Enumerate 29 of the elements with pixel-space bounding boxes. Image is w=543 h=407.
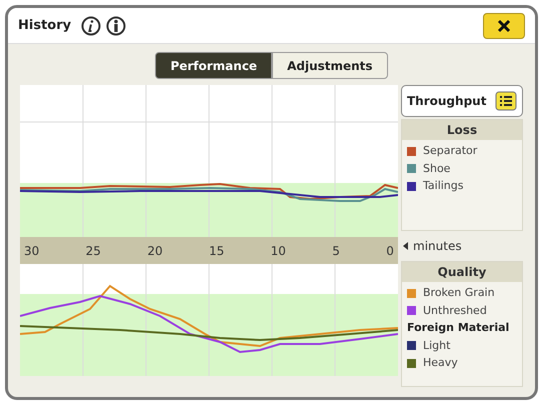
selector-label: Throughput: [407, 93, 486, 110]
close-icon: [497, 18, 511, 32]
list-icon[interactable]: [495, 91, 517, 111]
left-arrow-icon: [403, 242, 408, 250]
metric-selector[interactable]: Throughput: [401, 85, 523, 117]
axis-tick-label: 15: [208, 242, 224, 260]
legend-title: Quality: [402, 262, 522, 282]
legend-label: Heavy: [423, 355, 458, 371]
legend-label: Tailings: [423, 178, 464, 194]
window-title: History: [18, 16, 72, 35]
tab[interactable]: Adjustments: [272, 52, 388, 79]
axis-tick-label: 0: [386, 242, 394, 260]
info-icon[interactable]: [81, 16, 102, 36]
legend-label: Separator: [423, 143, 478, 159]
axis-unit-label: minutes: [413, 238, 462, 255]
legend-label: Shoe: [423, 160, 450, 176]
legend-label: Light: [423, 338, 450, 354]
legend-title: Loss: [402, 120, 522, 140]
tab[interactable]: Performance: [155, 52, 272, 79]
axis-tick-label: 30: [24, 242, 40, 260]
legend-heading: Foreign Material: [407, 320, 510, 336]
person-info-icon[interactable]: [106, 16, 126, 36]
legend-label: Broken Grain: [423, 285, 495, 301]
legend-label: Unthreshed: [423, 302, 487, 318]
axis-tick-label: 20: [147, 242, 163, 260]
axis-tick-label: 25: [86, 242, 101, 260]
axis-tick-label: 10: [270, 242, 286, 260]
close-button[interactable]: [483, 12, 525, 38]
axis-tick-label: 5: [332, 242, 340, 260]
